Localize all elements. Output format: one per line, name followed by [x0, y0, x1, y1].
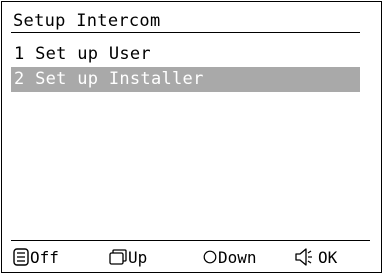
menu-list-icon: [13, 248, 29, 266]
setup-menu: 1 Set up User 2 Set up Installer: [11, 42, 360, 92]
ok-softkey-label: OK: [318, 247, 338, 267]
circle-button-icon: [203, 250, 217, 264]
ok-softkey[interactable]: OK: [295, 245, 337, 269]
page-title: Setup Intercom: [13, 11, 161, 31]
menu-item-set-up-user[interactable]: 1 Set up User: [11, 42, 360, 67]
up-softkey-label: Up: [128, 247, 148, 267]
square-button-icon: [109, 249, 127, 265]
down-softkey[interactable]: Down: [203, 245, 257, 269]
down-softkey-label: Down: [218, 247, 257, 267]
title-underline: [11, 32, 360, 33]
speaker-icon: [295, 248, 312, 266]
softkey-bar: Off Up Down OK: [11, 240, 370, 269]
intercom-display: Setup Intercom 1 Set up User 2 Set up In…: [1, 1, 382, 273]
menu-item-set-up-installer[interactable]: 2 Set up Installer: [11, 67, 360, 92]
off-softkey-label: Off: [30, 247, 59, 267]
off-softkey[interactable]: Off: [13, 245, 59, 269]
up-softkey[interactable]: Up: [109, 245, 147, 269]
